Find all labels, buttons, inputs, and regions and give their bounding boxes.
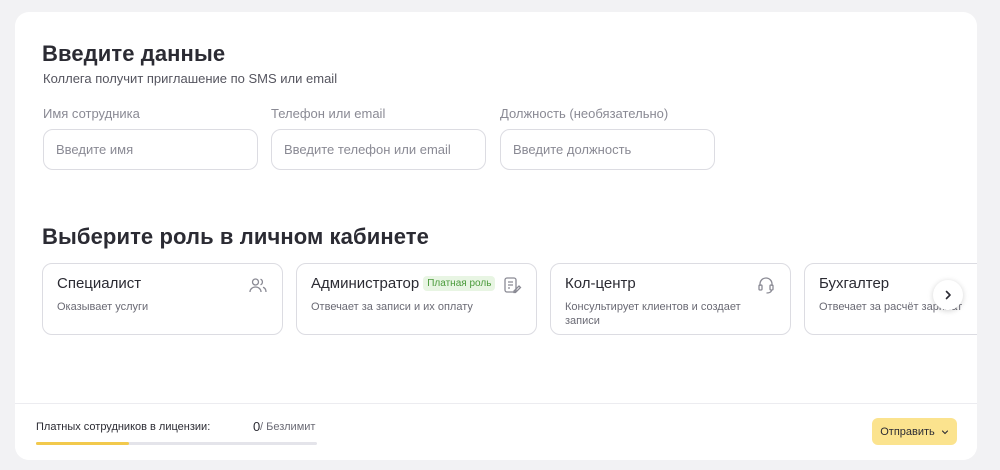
role-description: Консультирует клиентов и создает записи xyxy=(565,301,741,327)
role-title: Кол-центр xyxy=(565,275,636,292)
license-progress-bar xyxy=(36,442,317,445)
users-icon xyxy=(249,278,267,293)
role-section-title: Выберите роль в личном кабинете xyxy=(42,224,429,249)
role-description: Оказывает услуги xyxy=(57,301,149,313)
role-title: Администратор xyxy=(311,275,420,292)
role-card-administrator[interactable]: Администратор Платная роль Отвечает за за… xyxy=(296,263,537,335)
role-card-call-center[interactable]: Кол-центр Консультирует клиентов и созда… xyxy=(550,263,791,335)
contact-input[interactable] xyxy=(271,129,486,170)
position-input[interactable] xyxy=(500,129,715,170)
contact-label: Телефон или email xyxy=(271,106,386,121)
footer-bar: Платных сотрудников в лицензии: 0 / Безл… xyxy=(15,403,977,460)
name-input[interactable] xyxy=(43,129,258,170)
invite-card: Введите данные Коллега получит приглашен… xyxy=(15,12,977,460)
license-limit: / Безлимит xyxy=(260,421,316,433)
position-label: Должность (необязательно) xyxy=(500,106,669,121)
clipboard-edit-icon xyxy=(504,277,522,294)
data-section-title: Введите данные xyxy=(42,41,226,66)
data-section-subtitle: Коллега получит приглашение по SMS или e… xyxy=(43,71,338,86)
send-button-label: Отправить xyxy=(880,425,935,438)
chevron-down-icon xyxy=(941,429,948,434)
license-label: Платных сотрудников в лицензии: xyxy=(36,421,211,433)
carousel-next-button[interactable] xyxy=(933,280,963,310)
paid-role-badge: Платная роль xyxy=(423,276,496,291)
send-button[interactable]: Отправить xyxy=(872,418,957,445)
role-card-specialist[interactable]: Специалист Оказывает услуги xyxy=(42,263,283,335)
role-carousel: Специалист Оказывает услуги Администрато… xyxy=(42,263,977,335)
role-description: Отвечает за записи и их оплату xyxy=(311,301,473,313)
role-title: Специалист xyxy=(57,275,142,292)
headset-icon xyxy=(758,277,774,294)
role-title: Бухгалтер xyxy=(819,275,890,292)
name-label: Имя сотрудника xyxy=(43,106,140,121)
license-progress-fill xyxy=(36,442,129,445)
chevron-right-icon xyxy=(945,290,951,300)
